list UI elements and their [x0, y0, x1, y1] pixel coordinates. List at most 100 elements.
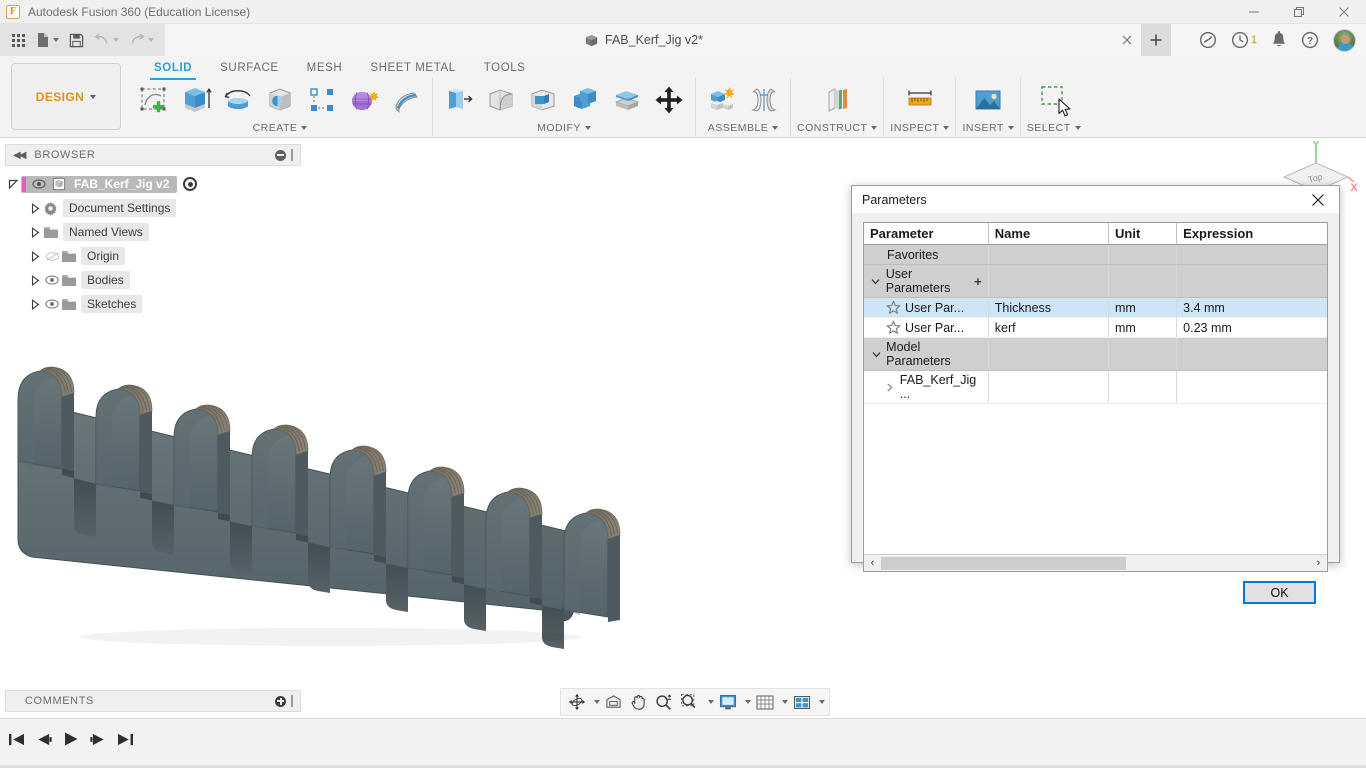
offset-face-icon[interactable]: [607, 80, 647, 120]
visibility-eye-icon[interactable]: [43, 275, 61, 285]
minimize-button[interactable]: [1231, 0, 1276, 24]
browser-collapse-icon[interactable]: ◀◀: [13, 150, 26, 161]
browser-item-sketches[interactable]: Sketches: [5, 292, 301, 316]
form-icon[interactable]: [344, 80, 384, 120]
cell-expression[interactable]: 3.4 mm: [1176, 297, 1327, 318]
browser-minimize-icon[interactable]: [275, 149, 286, 161]
notifications-icon[interactable]: [1271, 31, 1287, 49]
scrollbar-track[interactable]: [881, 555, 1310, 571]
joint-icon[interactable]: [744, 80, 784, 120]
tab-sheet-metal[interactable]: SHEET METAL: [356, 58, 469, 80]
comments-resize-grip[interactable]: [291, 695, 293, 707]
play-icon[interactable]: [63, 731, 79, 747]
job-status-icon[interactable]: 1: [1231, 31, 1257, 49]
help-icon[interactable]: ?: [1301, 31, 1319, 49]
new-file-icon[interactable]: [31, 27, 64, 53]
offset-plane-icon[interactable]: [817, 80, 857, 120]
browser-item-document-settings[interactable]: Document Settings: [5, 196, 301, 220]
panel-title-select[interactable]: SELECT: [1027, 120, 1081, 135]
parameters-dialog-header[interactable]: Parameters: [852, 186, 1339, 213]
tab-mesh[interactable]: MESH: [293, 58, 357, 80]
account-avatar[interactable]: [1333, 28, 1356, 52]
panel-title-inspect[interactable]: INSPECT: [890, 120, 950, 135]
step-back-icon[interactable]: [36, 732, 52, 747]
expand-triangle-icon[interactable]: [27, 298, 43, 310]
document-tab[interactable]: FAB_Kerf_Jig v2*: [585, 24, 703, 56]
zoom-window-caret-icon[interactable]: [708, 700, 714, 704]
new-document-tab-button[interactable]: [1141, 24, 1171, 56]
fillet-icon[interactable]: [481, 80, 521, 120]
restore-button[interactable]: [1276, 0, 1321, 24]
workspace-switcher[interactable]: DESIGN: [11, 63, 121, 130]
expand-triangle-icon[interactable]: [27, 202, 43, 214]
document-tab-close-icon[interactable]: [1119, 32, 1135, 48]
go-to-end-icon[interactable]: [117, 732, 134, 747]
expand-triangle-icon[interactable]: [27, 274, 43, 286]
panel-title-construct[interactable]: CONSTRUCT: [797, 120, 878, 135]
press-pull-icon[interactable]: [439, 80, 479, 120]
table-row-component[interactable]: FAB_Kerf_Jig ...: [864, 370, 1327, 404]
look-at-icon[interactable]: [602, 690, 625, 714]
ok-button[interactable]: OK: [1243, 581, 1316, 604]
column-header-unit[interactable]: Unit: [1108, 223, 1178, 245]
tab-surface[interactable]: SURFACE: [206, 58, 293, 80]
cell-expression[interactable]: 0.23 mm: [1176, 317, 1327, 338]
table-row-favorites[interactable]: Favorites: [864, 244, 1327, 265]
undo-caret[interactable]: [113, 38, 119, 42]
browser-item-origin[interactable]: Origin: [5, 244, 301, 268]
panel-title-create[interactable]: CREATE: [134, 120, 426, 135]
app-grid-icon[interactable]: [6, 27, 31, 53]
expand-triangle-icon[interactable]: [5, 179, 21, 190]
browser-root-node[interactable]: FAB_Kerf_Jig v2: [5, 172, 301, 196]
sphere-icon[interactable]: [260, 80, 300, 120]
combine-icon[interactable]: [565, 80, 605, 120]
create-sketch-icon[interactable]: [134, 80, 174, 120]
browser-item-bodies[interactable]: Bodies: [5, 268, 301, 292]
chevron-down-icon[interactable]: [870, 276, 882, 287]
visibility-eye-off-icon[interactable]: [43, 251, 61, 262]
zoom-window-icon[interactable]: [677, 690, 703, 714]
display-settings-icon[interactable]: [716, 690, 740, 714]
zoom-icon[interactable]: [652, 690, 675, 714]
table-row-kerf[interactable]: User Par... kerf mm 0.23 mm: [864, 317, 1327, 338]
expand-triangle-icon[interactable]: [27, 250, 43, 262]
tab-solid[interactable]: SOLID: [140, 58, 206, 80]
grid-snaps-icon[interactable]: [753, 690, 777, 714]
redo-icon[interactable]: [124, 27, 159, 53]
scroll-right-icon[interactable]: ›: [1310, 555, 1327, 572]
expand-triangle-icon[interactable]: [27, 226, 43, 238]
column-header-expression[interactable]: Expression: [1176, 223, 1327, 245]
new-file-caret[interactable]: [53, 38, 59, 42]
scrollbar-thumb[interactable]: [881, 556, 1126, 570]
revolve-icon[interactable]: [218, 80, 258, 120]
favorite-star-icon[interactable]: [886, 300, 901, 315]
grid-snaps-caret-icon[interactable]: [782, 700, 788, 704]
measure-icon[interactable]: [900, 80, 940, 120]
close-button[interactable]: [1321, 0, 1366, 24]
table-row-model-parameters[interactable]: Model Parameters: [864, 337, 1327, 371]
step-forward-icon[interactable]: [90, 732, 106, 747]
column-header-name[interactable]: Name: [988, 223, 1110, 245]
extensions-icon[interactable]: [1199, 31, 1217, 49]
chevron-down-icon[interactable]: [870, 349, 882, 360]
viewports-caret-icon[interactable]: [819, 700, 825, 704]
cell-unit[interactable]: mm: [1108, 297, 1178, 318]
pattern-icon[interactable]: [302, 80, 342, 120]
new-component-icon[interactable]: [702, 80, 742, 120]
undo-icon[interactable]: [89, 27, 124, 53]
cell-name[interactable]: kerf: [988, 317, 1110, 338]
activate-component-icon[interactable]: [183, 177, 198, 191]
favorite-star-icon[interactable]: [886, 320, 901, 335]
insert-image-icon[interactable]: [968, 80, 1008, 120]
move-copy-icon[interactable]: [649, 80, 689, 120]
window-selection-icon[interactable]: [1034, 80, 1074, 120]
scroll-left-icon[interactable]: ‹: [864, 555, 881, 572]
parameters-horizontal-scrollbar[interactable]: ‹ ›: [864, 554, 1327, 571]
sheet-metal-flange-icon[interactable]: [386, 80, 426, 120]
browser-resize-grip[interactable]: [291, 149, 293, 161]
add-user-parameter-icon[interactable]: +: [974, 275, 982, 288]
shell-icon[interactable]: [523, 80, 563, 120]
panel-title-modify[interactable]: MODIFY: [439, 120, 689, 135]
go-to-beginning-icon[interactable]: [8, 732, 25, 747]
cell-unit[interactable]: mm: [1108, 317, 1178, 338]
